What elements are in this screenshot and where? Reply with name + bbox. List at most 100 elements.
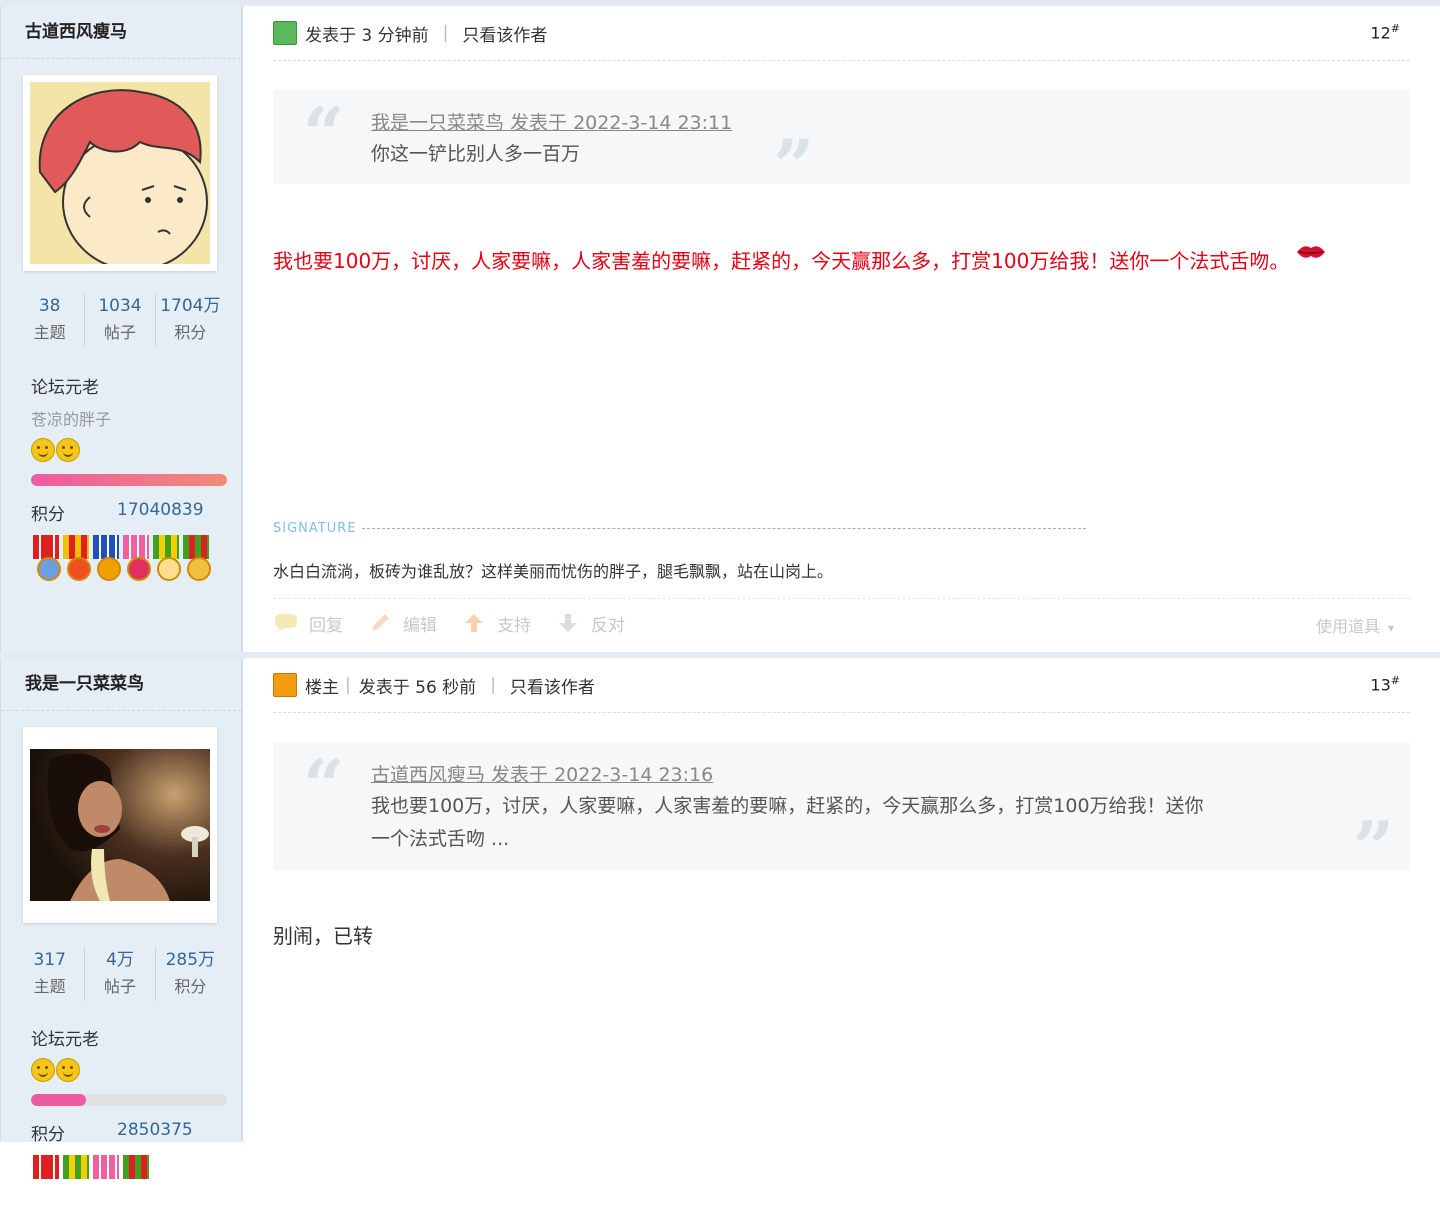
avatar-image-cartoon-boy <box>30 82 210 264</box>
author-sidebar: 古道西风瘦马 38 主题 1034 帖子 1704万 积分 论坛元老 苍凉的胖子… <box>0 6 243 652</box>
post-header: 发表于 3 分钟前 | 只看该作者 12# <box>273 6 1410 61</box>
divider: | <box>490 675 496 695</box>
level-progress-fill <box>31 1094 86 1106</box>
post-12: 古道西风瘦马 38 主题 1034 帖子 1704万 积分 论坛元老 苍凉的胖子… <box>0 0 1440 652</box>
quote-source[interactable]: 古道西风瘦马 发表于 2022-3-14 23:16 <box>371 760 713 787</box>
medal-icon[interactable] <box>61 535 91 589</box>
score-label: 积分 <box>31 505 65 525</box>
quote-text-line-1: 我也要100万，讨厌，人家要嘛，人家害羞的要嘛，赶紧的，今天赢那么多，打赏100… <box>371 795 1204 817</box>
score-row: 积分 17040839 <box>31 500 241 525</box>
stat-threads-value: 38 <box>38 296 61 316</box>
post-header: 楼主 | 发表于 56 秒前 | 只看该作者 13# <box>273 658 1410 713</box>
quote-text-line-2: 一个法式舌吻 ... <box>371 828 510 850</box>
support-button[interactable]: 支持 <box>461 611 531 636</box>
stat-credits-value: 285万 <box>165 950 216 970</box>
level-progress-fill <box>31 474 227 486</box>
score-row: 积分 2850375 <box>31 1120 241 1145</box>
support-label: 支持 <box>497 615 531 636</box>
stat-posts-value: 4万 <box>106 950 134 970</box>
post-time: 发表于 3 分钟前 <box>305 25 429 46</box>
post-content: 我也要100万，讨厌，人家要嘛，人家害羞的要嘛，赶紧的，今天赢那么多，打赏100… <box>273 242 1326 274</box>
floor-number-value: 13 <box>1370 675 1391 695</box>
avatar-image-photo <box>30 749 210 901</box>
divider: | <box>442 23 449 43</box>
stat-credits-label: 积分 <box>174 323 207 342</box>
op-badge: 楼主 <box>305 677 339 698</box>
medal-icon[interactable] <box>151 535 181 589</box>
medal-icon[interactable] <box>121 535 151 589</box>
author-name[interactable]: 我是一只菜菜鸟 <box>1 658 241 711</box>
post-actions: 回复 编辑 支持 反对 使用道具 <box>273 598 1410 647</box>
quote-text: 你这一铲比别人多一百万 <box>371 143 581 165</box>
stat-threads[interactable]: 317 主题 <box>15 947 86 1001</box>
medal-icon[interactable] <box>61 1155 91 1209</box>
rank-stars <box>31 1058 241 1084</box>
medal-icon[interactable] <box>91 1155 121 1209</box>
quote-block: “ 我是一只菜菜鸟 发表于 2022-3-14 23:11 你这一铲比别人多一百… <box>273 90 1410 202</box>
medal-icon[interactable] <box>91 535 121 589</box>
user-rank[interactable]: 论坛元老 <box>31 373 241 398</box>
user-custom-title: 苍凉的胖子 <box>31 410 112 429</box>
only-author-link[interactable]: 只看该作者 <box>462 21 547 46</box>
stat-threads-label: 主题 <box>33 977 66 996</box>
post-13: 我是一只菜菜鸟 317 主题 4万 帖子 285万 积分 论坛元老 积分 285… <box>0 652 1440 1179</box>
floor-number-value: 12 <box>1370 23 1391 43</box>
oppose-button[interactable]: 反对 <box>555 611 625 636</box>
use-tools-dropdown[interactable]: 使用道具 <box>1316 613 1394 637</box>
signature-divider: SIGNATURE <box>273 521 1087 536</box>
stat-credits[interactable]: 1704万 积分 <box>156 293 225 347</box>
signature-text: 水白白流淌，板砖为谁乱放？这样美丽而忧伤的胖子，腿毛飘飘，站在山岗上。 <box>273 562 834 581</box>
quote-block: “ 古道西风瘦马 发表于 2022-3-14 23:16 我也要100万，讨厌，… <box>273 742 1410 884</box>
stat-posts-value: 1034 <box>98 296 142 316</box>
floor-number-mark: # <box>1390 674 1400 687</box>
score-label: 积分 <box>31 1125 65 1145</box>
author-name[interactable]: 古道西风瘦马 <box>1 6 241 59</box>
open-quote-icon: “ <box>303 743 345 828</box>
floor-number-mark: # <box>1390 22 1400 35</box>
signature-label: SIGNATURE <box>273 521 357 536</box>
smiley-icon <box>31 438 55 462</box>
level-progress-bar <box>31 1094 227 1106</box>
medal-list <box>31 535 241 591</box>
medal-icon[interactable] <box>31 1155 61 1209</box>
floor-number[interactable]: 13# <box>1370 674 1400 694</box>
stat-threads[interactable]: 38 主题 <box>15 293 86 347</box>
thumb-down-arrow-icon <box>555 612 581 634</box>
user-rank[interactable]: 论坛元老 <box>31 1025 241 1050</box>
medal-icon[interactable] <box>121 1155 151 1209</box>
post-time: 发表于 56 秒前 <box>358 677 477 698</box>
stat-posts-label: 帖子 <box>103 323 136 342</box>
stat-threads-label: 主题 <box>33 323 66 342</box>
stat-threads-value: 317 <box>33 950 66 970</box>
medal-icon[interactable] <box>181 535 211 589</box>
close-quote-icon: ” <box>1352 805 1394 890</box>
stat-posts[interactable]: 1034 帖子 <box>85 293 156 347</box>
score-value: 2850375 <box>117 1120 193 1140</box>
stat-posts-label: 帖子 <box>103 977 136 996</box>
medal-icon[interactable] <box>31 535 61 589</box>
smiley-icon <box>56 1058 80 1082</box>
online-user-icon <box>273 21 297 45</box>
edit-pencil-icon <box>367 612 393 634</box>
close-quote-icon: ” <box>773 123 815 208</box>
author-sidebar: 我是一只菜菜鸟 317 主题 4万 帖子 285万 积分 论坛元老 积分 285… <box>0 658 243 1179</box>
avatar[interactable] <box>23 75 217 271</box>
post-body: 楼主 | 发表于 56 秒前 | 只看该作者 13# “ 古道西风瘦马 发表于 … <box>243 658 1440 1142</box>
stat-credits-value: 1704万 <box>160 296 221 316</box>
edit-button[interactable]: 编辑 <box>367 611 437 636</box>
kiss-lips-icon <box>1296 246 1325 258</box>
reply-button[interactable]: 回复 <box>273 611 343 636</box>
stat-posts[interactable]: 4万 帖子 <box>85 947 156 1001</box>
post-content: 别闹，已转 <box>273 920 373 949</box>
only-author-link[interactable]: 只看该作者 <box>510 673 595 698</box>
quote-source[interactable]: 我是一只菜菜鸟 发表于 2022-3-14 23:11 <box>371 108 732 135</box>
level-progress-bar <box>31 474 227 486</box>
avatar[interactable] <box>23 727 217 923</box>
divider: | <box>345 675 351 695</box>
post-content-text: 别闹，已转 <box>273 924 373 948</box>
open-quote-icon: “ <box>303 91 345 176</box>
reply-label: 回复 <box>309 615 343 636</box>
floor-number[interactable]: 12# <box>1370 22 1400 42</box>
stat-credits[interactable]: 285万 积分 <box>156 947 225 1001</box>
score-value: 17040839 <box>117 500 204 520</box>
